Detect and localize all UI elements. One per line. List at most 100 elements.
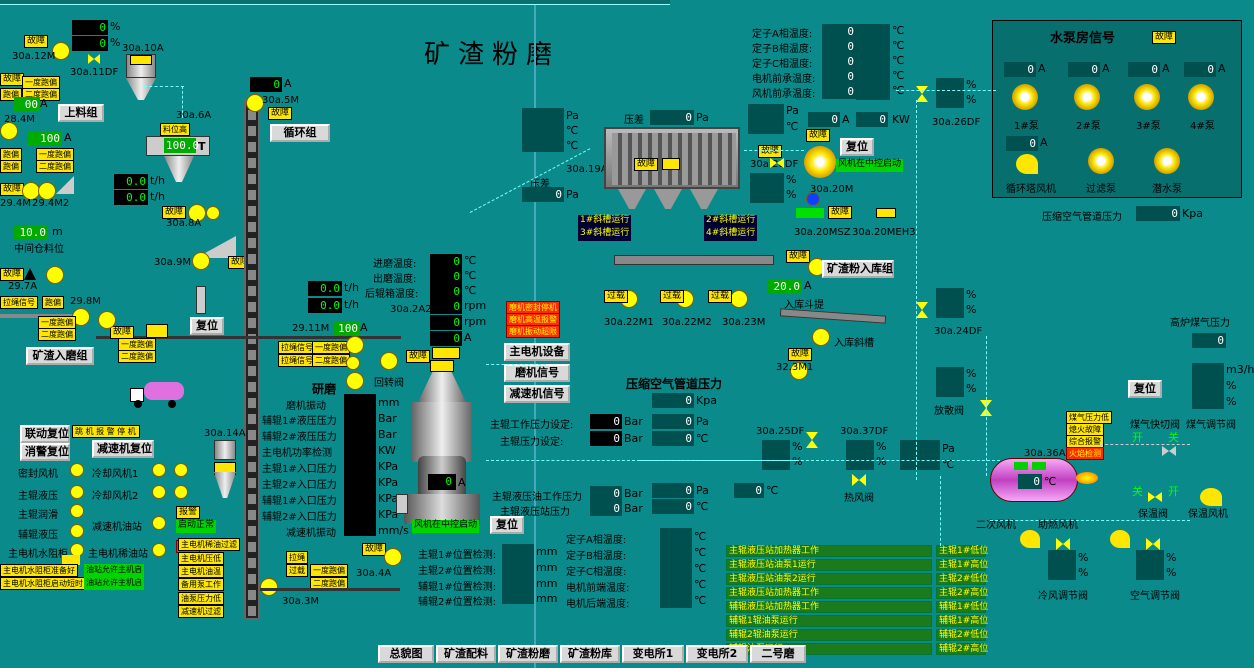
valve-icon[interactable] [806, 432, 818, 448]
reducer-signal-button[interactable]: 减速机信号 [504, 385, 570, 403]
status-indicator[interactable] [152, 543, 166, 557]
status-indicator[interactable] [174, 463, 188, 477]
filter-pump-icon[interactable] [1088, 148, 1114, 174]
flow-line [990, 520, 1190, 521]
fan-icon[interactable] [1200, 488, 1222, 506]
valve-icon[interactable] [1148, 492, 1162, 502]
feeder [196, 286, 206, 314]
fan-icon[interactable] [1020, 530, 1040, 548]
motor-indicator[interactable] [0, 122, 18, 140]
motor-9m-indicator[interactable] [192, 252, 210, 270]
linkage-reset-button[interactable]: 联动复位 [20, 425, 70, 443]
fault-tag[interactable]: 故障 [0, 183, 25, 196]
status-indicator[interactable] [70, 504, 84, 518]
fault-tag[interactable]: 故障 [634, 158, 659, 171]
pressure-label: 主辊液压油工作压力 [492, 492, 582, 503]
motor-indicator[interactable] [346, 356, 360, 370]
reducer-reset-button[interactable]: 减速机复位 [92, 440, 154, 458]
status-row: 主辊液压站加热器工作 [726, 545, 932, 557]
readout-12m-b: 0 [72, 36, 108, 51]
slag-powder-silo-button[interactable]: 矿渣粉入库组 [822, 260, 894, 278]
fault-tag[interactable]: 故障 [1152, 31, 1177, 44]
motor-indicator[interactable] [812, 328, 830, 346]
nav-overview[interactable]: 总貌图 [378, 645, 434, 663]
status-indicator[interactable] [152, 485, 166, 499]
fan-icon[interactable] [1110, 530, 1130, 548]
valve-icon[interactable] [916, 302, 928, 318]
status-indicator[interactable] [174, 485, 188, 499]
nav-slag-grinding[interactable]: 矿渣粉磨 [498, 645, 558, 663]
nav-substation-2[interactable]: 变电所2 [686, 645, 748, 663]
status-indicator[interactable] [152, 463, 166, 477]
unit: ℃ [694, 594, 707, 607]
valve-icon[interactable] [88, 54, 100, 64]
motor-3m-indicator[interactable] [260, 578, 278, 596]
valve-icon[interactable] [1162, 446, 1176, 456]
cooling-fan-icon[interactable] [1016, 154, 1038, 174]
valve-icon[interactable] [1146, 538, 1160, 550]
valve-icon[interactable] [916, 86, 928, 102]
nav-mill-2[interactable]: 二号磨 [750, 645, 806, 663]
motor-4a-indicator[interactable] [384, 548, 402, 566]
truck-icon [130, 380, 186, 410]
param-label: 辅辊1#液压压力 [262, 416, 337, 427]
motor-indicator[interactable] [346, 336, 364, 354]
motor-indicator[interactable] [98, 311, 116, 329]
label-14a: 30a.14A [204, 428, 246, 439]
pump-2-icon[interactable] [1074, 84, 1100, 110]
temp-read: 0 [652, 431, 694, 446]
motor-indicator[interactable] [206, 206, 220, 220]
pump-3-icon[interactable] [1134, 84, 1160, 110]
slag-to-mill-button[interactable]: 矿渣入磨组 [26, 347, 94, 365]
aux-pressure-set[interactable]: 0 [590, 431, 622, 446]
valve-24df-readout [936, 288, 964, 318]
status-indicator[interactable] [70, 485, 84, 499]
fault-tag[interactable]: 故障 [806, 129, 831, 142]
valve-icon[interactable] [1056, 538, 1070, 550]
nav-slag-batching[interactable]: 矿渣配料 [436, 645, 496, 663]
fault-tag[interactable]: 故障 [0, 73, 25, 86]
speed-1: 0 [430, 299, 462, 314]
fire-reset-button[interactable]: 消警复位 [20, 443, 70, 461]
nav-slag-powder-silo[interactable]: 矿渣粉库 [560, 645, 620, 663]
motor-indicator[interactable] [380, 352, 398, 370]
sub-pump-icon[interactable] [1154, 148, 1180, 174]
fault-tag[interactable]: 故障 [828, 206, 853, 219]
circulation-button[interactable]: 循环组 [270, 124, 330, 142]
main-motor-equipment-button[interactable]: 主电机设备 [504, 343, 570, 361]
status-indicator[interactable] [152, 516, 166, 530]
motor-23m-indicator[interactable] [730, 290, 748, 308]
reset-button[interactable]: 复位 [1128, 380, 1162, 398]
valve-icon[interactable] [852, 474, 866, 486]
motor-indicator[interactable] [46, 266, 64, 284]
fault-tag[interactable]: 故障 [786, 250, 811, 263]
status-indicator[interactable] [70, 524, 84, 538]
fault-tag[interactable]: 故障 [362, 543, 387, 556]
upper-feed-button[interactable]: 上料组 [58, 104, 104, 122]
fault-tag[interactable]: 故障 [0, 268, 25, 281]
fault-tag[interactable]: 故障 [788, 348, 813, 361]
unit: % [110, 36, 121, 49]
param-label: 辅辊1#入口压力 [262, 496, 337, 507]
slide-valve-indicator[interactable] [346, 372, 364, 390]
label-20msz: 30a.20MSZ [794, 227, 851, 238]
reset-button[interactable]: 复位 [490, 516, 524, 534]
pump-current: 0 [1128, 62, 1160, 77]
pump-4-icon[interactable] [1188, 84, 1214, 110]
fan-label: 保温风机 [1188, 509, 1228, 520]
reset-button[interactable]: 复位 [190, 317, 224, 335]
silo-10a-cone [126, 78, 156, 100]
motor-temp-label: 定子C相温度: [752, 59, 813, 70]
fault-tag[interactable]: 故障 [24, 35, 49, 48]
fault-tag[interactable]: 故障 [758, 145, 783, 158]
fault-tag[interactable]: 故障 [268, 107, 293, 120]
nav-substation-1[interactable]: 变电所1 [622, 645, 684, 663]
pump-1-icon[interactable] [1012, 84, 1038, 110]
motor-temp-value: 0 [822, 69, 856, 84]
reset-button[interactable]: 复位 [840, 138, 874, 156]
main-fan-icon[interactable] [804, 146, 836, 178]
label-297: 29.7A [8, 281, 38, 292]
main-pressure-set[interactable]: 0 [590, 414, 622, 429]
mill-signal-button[interactable]: 磨机信号 [504, 364, 570, 382]
status-indicator[interactable] [70, 463, 84, 477]
